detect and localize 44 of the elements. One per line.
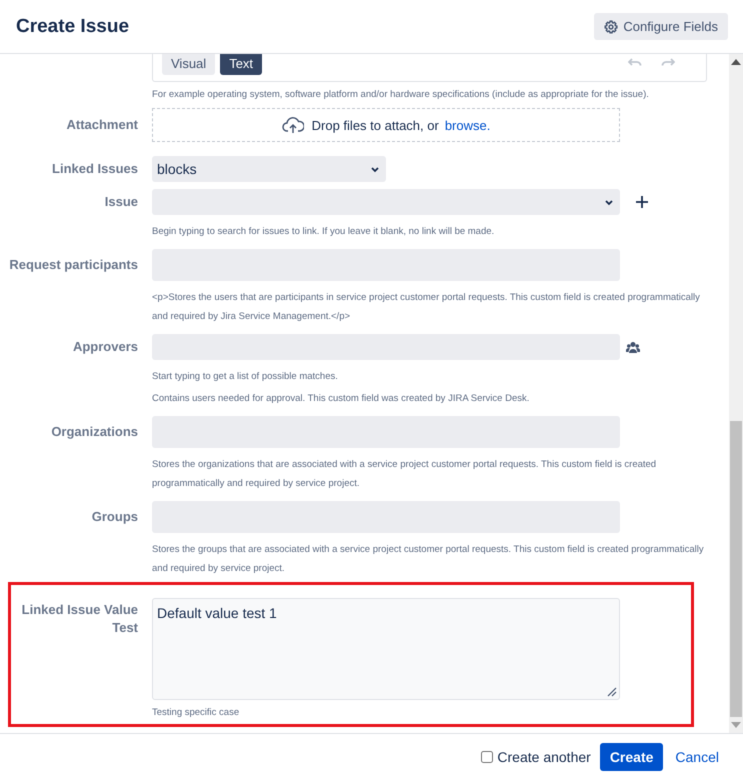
redo-icon <box>661 56 675 68</box>
select-field[interactable]: blocks <box>152 156 386 182</box>
configure-fields-button[interactable]: Configure Fields <box>594 13 728 40</box>
scrollbar-thumb[interactable] <box>730 421 742 717</box>
editor-tab[interactable]: Text <box>220 54 262 75</box>
field-label: Linked Issues <box>51 160 138 178</box>
cancel-link[interactable]: Cancel <box>675 748 719 764</box>
drop-prompt: Drop files to attach, or <box>312 118 439 132</box>
field-label: Approvers <box>72 338 138 356</box>
cloud-upload-icon <box>282 115 304 135</box>
chevron-icon <box>604 198 614 206</box>
help-text: Begin typing to search for issues to link. If you leave it blank, no link will be made. <box>152 225 496 239</box>
scroll-up-icon[interactable] <box>731 59 741 65</box>
add-button[interactable] <box>636 196 648 208</box>
checkbox[interactable] <box>481 750 494 762</box>
field-label: Groups <box>90 508 138 526</box>
undo-icon <box>628 56 642 68</box>
browse-link[interactable]: browse. <box>444 118 490 132</box>
plus-icon <box>636 196 648 208</box>
field-label: Issue <box>104 193 138 211</box>
field-label: Request participants <box>8 256 138 274</box>
help-text: <p>Stores the users that are participants in service project customer portal requests. This custom field is created programmatically and required by Jira Service Management.</p> <box>152 291 701 324</box>
editor-tab[interactable]: Visual <box>162 54 216 75</box>
help-text: Start typing to get a list of possible matches. <box>152 370 339 384</box>
checkbox-label[interactable]: Create another <box>497 748 591 764</box>
scroll-down-icon[interactable] <box>731 722 741 728</box>
scrollbar[interactable] <box>729 54 743 733</box>
users-icon <box>626 341 640 353</box>
field-label: Linked Issue Value Test <box>20 601 138 637</box>
file-drop-zone[interactable]: Drop files to attach, or browse. <box>152 108 620 142</box>
help-text: Stores the organizations that are associated with a service project customer portal requests. This custom field is created programmatically and required by service project. <box>152 458 658 491</box>
field-label: Organizations <box>50 423 138 441</box>
field-label: Attachment <box>65 116 138 134</box>
help-text: Testing specific case <box>152 706 240 720</box>
create-button[interactable]: Create <box>600 742 664 770</box>
help-text: Stores the groups that are associated with a service project customer portal requests. This custom field is created programmatically and required by service project. <box>152 543 705 576</box>
help-text: Contains users needed for approval. This custom field was created by JIRA Service Desk. <box>152 392 530 406</box>
resize-grip-icon <box>607 687 617 697</box>
dialog-title: Create Issue <box>16 16 130 38</box>
text-area[interactable]: Default value test 1 <box>152 598 620 700</box>
select-field[interactable] <box>152 189 620 215</box>
help-text: For example operating system, software platform and/or hardware specifications (include as appropriate for the issue). <box>152 88 650 102</box>
settings-icon <box>604 20 618 34</box>
chevron-icon <box>370 164 380 174</box>
